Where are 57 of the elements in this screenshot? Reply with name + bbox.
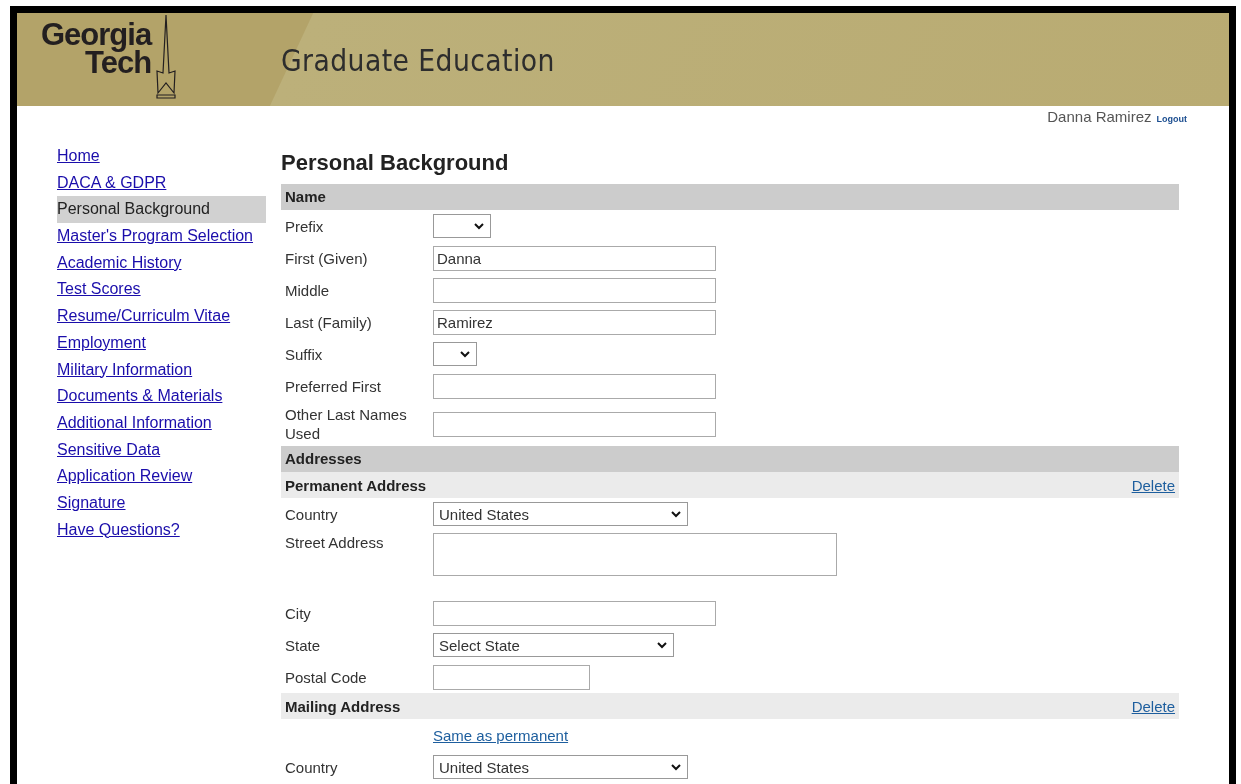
dropdown[interactable]: United States — [433, 755, 688, 779]
delete-link[interactable]: Delete — [1131, 476, 1175, 494]
dropdown[interactable] — [433, 342, 477, 366]
logout-link[interactable]: Logout — [1156, 114, 1187, 124]
field-label: Street Address — [285, 533, 385, 552]
field-label: State — [285, 635, 322, 655]
tower-logo-icon — [155, 13, 178, 99]
sidebar-link[interactable]: Test Scores — [57, 276, 266, 304]
sidebar-link[interactable]: Resume/Curriculm Vitae — [57, 303, 266, 330]
sidebar-link[interactable]: Documents & Materials — [57, 383, 266, 410]
sidebar-link[interactable]: Employment — [57, 329, 266, 357]
sidebar-link[interactable]: Application Review — [57, 463, 266, 490]
field-label: Prefix — [285, 216, 325, 236]
sidebar-link[interactable]: Military Information — [57, 356, 266, 384]
same-as-permanent-link[interactable]: Same as permanent — [433, 726, 569, 744]
field-label: Other Last Names Used — [285, 405, 408, 443]
field-label: City — [285, 603, 312, 623]
chevron-down-icon — [474, 222, 484, 230]
text-field[interactable]: Danna — [433, 245, 716, 271]
text-field[interactable]: Ramirez — [433, 309, 716, 335]
section-header: Addresses — [281, 446, 1179, 472]
field-label: Country — [285, 504, 339, 524]
sidebar-link[interactable]: DACA & GDPR — [57, 169, 266, 197]
field-label: Preferred First — [285, 376, 382, 396]
sidebar-link[interactable]: Sensitive Data — [57, 436, 266, 464]
field-label: Last (Family) — [285, 312, 373, 332]
text-area[interactable] — [433, 533, 837, 576]
sidebar-link[interactable]: Signature — [57, 489, 266, 517]
chevron-down-icon — [671, 763, 681, 771]
page-title: Personal Background — [281, 150, 510, 176]
text-field[interactable] — [433, 411, 716, 437]
text-field[interactable] — [433, 664, 590, 690]
text-field[interactable] — [433, 600, 716, 626]
page-banner-title: Graduate Education — [281, 41, 556, 78]
chevron-down-icon — [460, 350, 470, 358]
dropdown[interactable]: Select State — [433, 633, 674, 657]
sidebar-link[interactable]: Home — [57, 143, 266, 170]
chevron-down-icon — [657, 641, 667, 649]
sidebar-link[interactable]: Personal Background — [57, 196, 266, 224]
sidebar-link[interactable]: Master's Program Selection — [57, 223, 266, 250]
sidebar-link[interactable]: Have Questions? — [57, 516, 266, 544]
user-name: Danna Ramirez — [1047, 108, 1152, 125]
section-header: Name — [281, 184, 1179, 210]
subsection-title: Permanent Address — [285, 476, 427, 494]
field-label: Middle — [285, 280, 331, 300]
field-label: Postal Code — [285, 667, 368, 687]
text-field[interactable] — [433, 277, 716, 303]
field-label: Country — [285, 757, 339, 777]
dropdown[interactable]: United States — [433, 502, 688, 526]
sidebar-link[interactable]: Academic History — [57, 249, 266, 277]
delete-link[interactable]: Delete — [1131, 697, 1175, 715]
text-field[interactable] — [433, 373, 716, 399]
field-label: First (Given) — [285, 248, 369, 268]
sidebar-link[interactable]: Additional Information — [57, 409, 266, 437]
subsection-title: Mailing Address — [285, 697, 401, 715]
field-label: Suffix — [285, 344, 324, 364]
chevron-down-icon — [671, 510, 681, 518]
